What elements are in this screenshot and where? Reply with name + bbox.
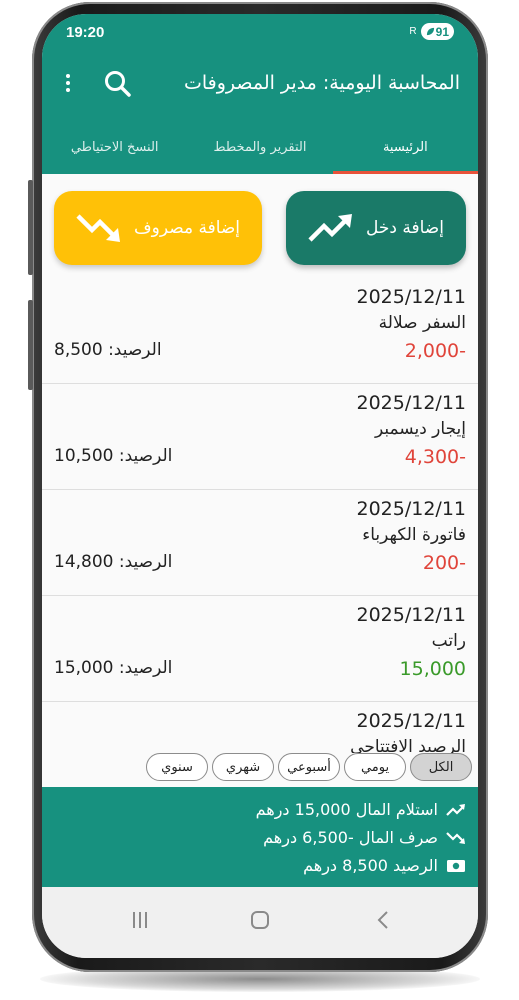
trending-down-icon — [446, 831, 465, 844]
transaction-row[interactable]: 2025/12/11 فاتورة الكهرباء 200- الرصيد: … — [42, 490, 478, 596]
transaction-row[interactable]: 2025/12/11 إيجار ديسمبر 4,300- الرصيد: 1… — [42, 384, 478, 490]
trending-down-icon — [76, 214, 120, 242]
trending-up-icon — [446, 803, 465, 816]
search-icon[interactable] — [102, 68, 134, 100]
money-icon — [447, 859, 465, 872]
transaction-date: 2025/12/11 — [356, 498, 466, 520]
app-screen: 19:20 R 91 المحاسبة اليومية: مدير المصرو… — [42, 14, 478, 958]
tab-report-chart[interactable]: التقرير والمخطط — [187, 120, 332, 174]
transaction-description: إيجار ديسمبر — [374, 419, 466, 439]
filter-chip-daily[interactable]: يومي — [344, 753, 406, 781]
transaction-amount: 4,300- — [404, 446, 466, 468]
power-button — [28, 300, 33, 390]
filter-chip-monthly[interactable]: شهري — [212, 753, 274, 781]
summary-balance: الرصيد 8,500 درهم — [303, 856, 466, 875]
filter-chip-weekly[interactable]: أسبوعي — [278, 753, 340, 781]
home-icon[interactable] — [250, 910, 270, 930]
filter-chip-yearly[interactable]: سنوي — [146, 753, 208, 781]
battery-leaf-icon — [426, 27, 434, 36]
trending-up-icon — [308, 214, 353, 242]
summary-balance-text: الرصيد 8,500 درهم — [303, 856, 438, 875]
period-filter-bar: الكل يومي أسبوعي شهري سنوي — [42, 750, 478, 784]
system-nav-bar — [42, 887, 478, 958]
transaction-balance: الرصيد: 10,500 — [54, 446, 173, 466]
tab-home[interactable]: الرئيسية — [332, 120, 478, 174]
transaction-date: 2025/12/11 — [356, 710, 466, 732]
tab-backup[interactable]: النسخ الاحتياطي — [42, 120, 187, 174]
summary-panel: استلام المال 15,000 درهم صرف المال -6,50… — [42, 787, 478, 887]
signal-icon: R — [409, 26, 417, 37]
transaction-amount: 200- — [422, 552, 466, 574]
summary-spent-text: صرف المال -6,500 درهم — [263, 828, 438, 847]
status-time: 19:20 — [66, 24, 105, 41]
app-title: المحاسبة اليومية: مدير المصروفات — [183, 72, 460, 94]
add-income-button[interactable]: إضافة دخل — [286, 191, 466, 265]
filter-chip-all[interactable]: الكل — [410, 753, 472, 781]
summary-received: استلام المال 15,000 درهم — [256, 800, 466, 819]
transaction-balance: الرصيد: 15,000 — [54, 658, 173, 678]
volume-button — [28, 180, 33, 275]
tab-bar: الرئيسية التقرير والمخطط النسخ الاحتياطي — [42, 120, 478, 174]
transaction-description: فاتورة الكهرباء — [362, 525, 466, 545]
summary-received-text: استلام المال 15,000 درهم — [255, 800, 438, 819]
more-vert-icon[interactable] — [56, 70, 80, 96]
app-bar: المحاسبة اليومية: مدير المصروفات — [42, 48, 478, 120]
transaction-row[interactable]: 2025/12/11 راتب 15,000 الرصيد: 15,000 — [42, 596, 478, 702]
battery-level: 91 — [435, 24, 449, 39]
transaction-description: راتب — [431, 631, 466, 651]
transaction-list[interactable]: 2025/12/11 السفر صلالة 2,000- الرصيد: 8,… — [42, 278, 478, 753]
recent-apps-icon[interactable] — [130, 911, 150, 929]
transaction-date: 2025/12/11 — [356, 392, 466, 414]
transaction-date: 2025/12/11 — [356, 286, 466, 308]
transaction-description: السفر صلالة — [378, 313, 466, 333]
transaction-row[interactable]: 2025/12/11 الرصيد الافتتاحي — [42, 702, 478, 753]
back-icon[interactable] — [376, 910, 390, 930]
transaction-date: 2025/12/11 — [356, 604, 466, 626]
status-icons: R 91 — [409, 23, 454, 40]
add-expense-label: إضافة مصروف — [133, 218, 241, 238]
transaction-balance: الرصيد: 14,800 — [54, 552, 173, 572]
transaction-row[interactable]: 2025/12/11 السفر صلالة 2,000- الرصيد: 8,… — [42, 278, 478, 384]
add-expense-button[interactable]: إضافة مصروف — [54, 191, 262, 265]
status-bar: 19:20 R 91 — [42, 14, 478, 48]
transaction-amount: 15,000 — [399, 658, 466, 680]
summary-spent: صرف المال -6,500 درهم — [263, 828, 466, 847]
transaction-amount: 2,000- — [404, 340, 466, 362]
add-income-label: إضافة دخل — [366, 218, 444, 238]
battery-icon: 91 — [420, 23, 454, 40]
transaction-balance: الرصيد: 8,500 — [54, 340, 162, 360]
